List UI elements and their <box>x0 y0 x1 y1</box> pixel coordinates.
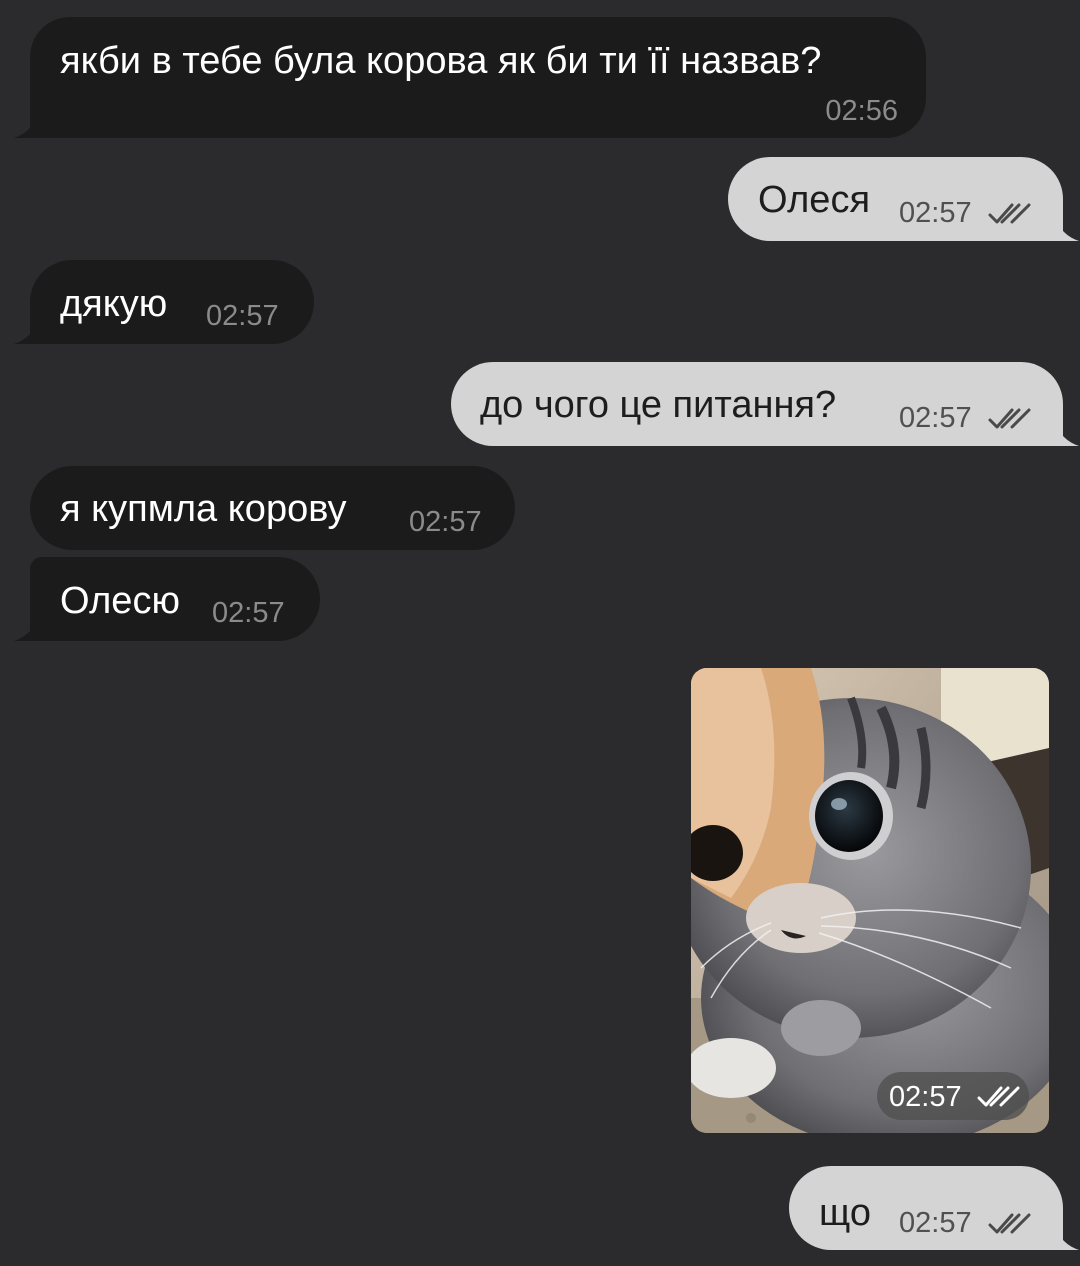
message-time: 02:57 <box>409 506 482 538</box>
outgoing-message[interactable]: Олеся 02:57 <box>728 157 1079 241</box>
message-text: що <box>819 1192 871 1234</box>
message-text: Олесю <box>60 580 180 622</box>
message-text: до чого це питання? <box>480 384 837 426</box>
double-check-icon <box>988 408 1031 429</box>
message-text: якби в тебе була корова як би ти її назв… <box>60 40 822 82</box>
incoming-message[interactable]: я купмла корову 02:57 <box>30 466 515 550</box>
bubble-tail <box>14 114 38 138</box>
message-time: 02:56 <box>825 95 898 127</box>
message-time: 02:57 <box>212 597 285 629</box>
kitten-photo[interactable] <box>691 668 1049 1133</box>
outgoing-message[interactable]: що 02:57 <box>789 1166 1079 1250</box>
outgoing-message[interactable]: до чого це питання? 02:57 <box>451 362 1079 446</box>
double-check-icon <box>977 1086 1020 1107</box>
bubble-tail <box>1055 422 1079 446</box>
incoming-message[interactable]: якби в тебе була корова як би ти її назв… <box>14 17 926 138</box>
incoming-message[interactable]: дякую 02:57 <box>14 260 314 344</box>
chat-area[interactable]: якби в тебе була корова як би ти її назв… <box>0 0 1080 1266</box>
photo-message[interactable]: 02:57 <box>691 668 1049 1133</box>
photo-time-container: 02:57 <box>877 1072 1029 1120</box>
double-check-icon <box>988 203 1031 224</box>
message-time: 02:57 <box>899 1207 972 1239</box>
message-time: 02:57 <box>899 402 972 434</box>
message-text: Олеся <box>758 179 871 221</box>
bubble-tail <box>1055 1226 1079 1250</box>
message-time: 02:57 <box>899 197 972 229</box>
message-text: дякую <box>60 283 168 325</box>
bubble-tail <box>14 320 38 344</box>
double-check-icon <box>988 1213 1031 1234</box>
bubble-tail <box>14 617 38 641</box>
message-text: я купмла корову <box>60 488 347 530</box>
message-time: 02:57 <box>889 1081 962 1113</box>
bubble-tail <box>1055 217 1079 241</box>
message-time: 02:57 <box>206 300 279 332</box>
incoming-message[interactable]: Олесю 02:57 <box>14 557 320 641</box>
